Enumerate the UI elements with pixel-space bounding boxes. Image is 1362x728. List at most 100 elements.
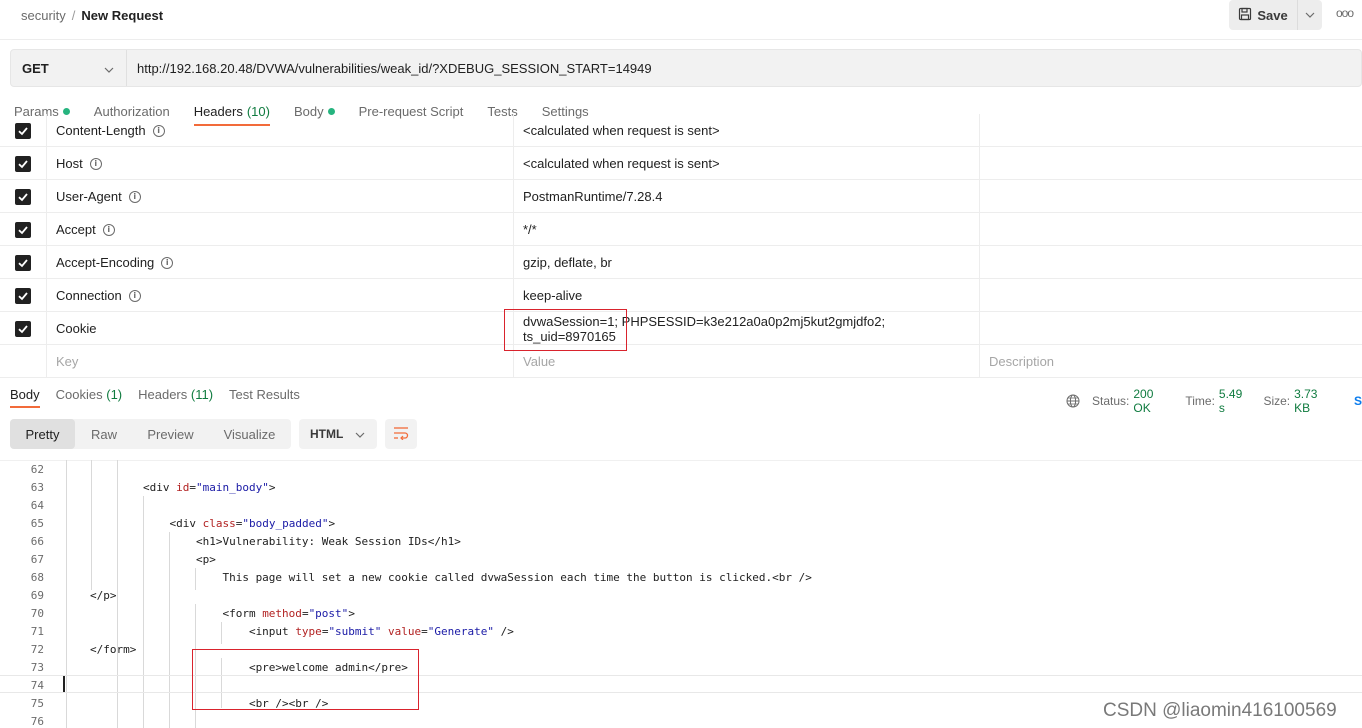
code-text: <form method="post">	[90, 607, 355, 620]
header-row: Content-Length i <calculated when request …	[0, 114, 1362, 147]
info-icon[interactable]: i	[128, 289, 141, 302]
view-mode-visualize[interactable]: Visualize	[208, 419, 291, 449]
code-line: 71 <input type="submit" value="Generate"…	[0, 623, 1362, 641]
wrap-lines-button[interactable]	[385, 419, 417, 449]
new-header-key-input[interactable]: Key	[47, 345, 514, 378]
line-number: 64	[30, 499, 44, 512]
response-tab-headers[interactable]: Headers (11)	[138, 387, 213, 409]
header-enabled-checkbox[interactable]	[15, 254, 31, 271]
view-mode-raw[interactable]: Raw	[75, 419, 133, 449]
chevron-down-icon	[104, 61, 114, 76]
save-disk-icon	[1238, 7, 1252, 24]
save-options-chevron-down-icon[interactable]	[1298, 0, 1322, 30]
time-value[interactable]: 5.49 s	[1219, 387, 1250, 415]
line-number: 72	[30, 643, 44, 656]
header-key[interactable]: Host i	[47, 147, 514, 180]
checkmark-icon	[17, 323, 29, 335]
top-bar: security / New Request Save ooo	[0, 0, 1362, 40]
header-value[interactable]: <calculated when request is sent>	[514, 147, 980, 180]
view-mode-preview[interactable]: Preview	[133, 419, 208, 449]
format-label: HTML	[310, 427, 344, 441]
size-value[interactable]: 3.73 KB	[1294, 387, 1334, 415]
time-label: Time:	[1185, 394, 1215, 408]
checkmark-icon	[17, 125, 29, 137]
line-number: 76	[30, 715, 44, 728]
globe-icon[interactable]	[1066, 394, 1080, 408]
header-enabled-checkbox[interactable]	[15, 320, 31, 337]
header-value-text: keep-alive	[523, 288, 583, 303]
breadcrumb-collection[interactable]: security	[21, 8, 66, 23]
save-label: Save	[1257, 7, 1288, 23]
description-placeholder: Description	[989, 354, 1055, 369]
method-select[interactable]: GET	[11, 50, 127, 86]
header-enabled-checkbox[interactable]	[15, 287, 31, 304]
info-icon[interactable]: i	[102, 223, 115, 236]
code-line: 65 <div class="body_padded">	[0, 515, 1362, 533]
size-label: Size:	[1263, 394, 1291, 408]
header-description[interactable]	[980, 312, 1362, 345]
checkmark-icon	[17, 224, 29, 236]
url-input[interactable]: http://192.168.20.48/DVWA/vulnerabilitie…	[127, 50, 1361, 86]
header-key[interactable]: Cookie	[47, 312, 514, 345]
header-description[interactable]	[980, 114, 1362, 147]
response-tab-test-results[interactable]: Test Results	[229, 387, 300, 409]
header-enabled-checkbox[interactable]	[15, 221, 31, 238]
header-description[interactable]	[980, 213, 1362, 246]
code-text: <input type="submit" value="Generate" />	[90, 625, 514, 638]
info-icon[interactable]: i	[89, 157, 102, 170]
header-value[interactable]: */*	[514, 213, 980, 246]
header-row: Host i <calculated when request is sent>	[0, 147, 1362, 180]
info-icon[interactable]: i	[161, 256, 174, 269]
header-checkbox-cell	[0, 147, 47, 180]
header-key[interactable]: Connection i	[47, 279, 514, 312]
header-description[interactable]	[980, 180, 1362, 213]
header-value[interactable]: PostmanRuntime/7.28.4	[514, 180, 980, 213]
header-key-text: Accept	[56, 222, 96, 237]
header-value[interactable]: keep-alive	[514, 279, 980, 312]
tab-label: Body	[10, 387, 40, 402]
save-response-link[interactable]: S	[1354, 394, 1362, 408]
header-key[interactable]: Accept-Encoding i	[47, 246, 514, 279]
view-mode-pretty[interactable]: Pretty	[10, 419, 75, 449]
line-number: 67	[30, 553, 44, 566]
header-key-text: User-Agent	[56, 189, 122, 204]
response-tab-cookies[interactable]: Cookies (1)	[56, 387, 122, 409]
code-line: 69 </p>	[0, 587, 1362, 605]
response-meta: Status: 200 OK Time: 5.49 s Size: 3.73 K…	[1066, 387, 1362, 415]
breadcrumb: security / New Request	[21, 8, 163, 23]
checkmark-icon	[17, 257, 29, 269]
header-enabled-checkbox[interactable]	[15, 122, 31, 139]
header-key-text: Accept-Encoding	[56, 255, 155, 270]
header-value[interactable]: gzip, deflate, br	[514, 246, 980, 279]
save-button-group: Save	[1229, 0, 1322, 30]
line-number: 63	[30, 481, 44, 494]
header-enabled-checkbox[interactable]	[15, 155, 31, 172]
header-checkbox-cell	[0, 114, 47, 147]
header-description[interactable]	[980, 246, 1362, 279]
new-header-row: Key Value Description	[0, 345, 1362, 378]
info-icon[interactable]: i	[128, 190, 141, 203]
save-button[interactable]: Save	[1229, 0, 1298, 30]
more-options-icon[interactable]: ooo	[1336, 6, 1354, 20]
header-row: User-Agent i PostmanRuntime/7.28.4	[0, 180, 1362, 213]
info-icon[interactable]: i	[152, 124, 165, 137]
header-description[interactable]	[980, 147, 1362, 180]
request-title[interactable]: New Request	[81, 8, 163, 23]
header-description[interactable]	[980, 279, 1362, 312]
line-number: 62	[30, 463, 44, 476]
header-key[interactable]: Accept i	[47, 213, 514, 246]
checkmark-icon	[17, 191, 29, 203]
header-value[interactable]: <calculated when request is sent>	[514, 114, 980, 147]
header-key[interactable]: Content-Length i	[47, 114, 514, 147]
header-value-text: <calculated when request is sent>	[523, 123, 720, 138]
new-header-description-input[interactable]: Description	[980, 345, 1362, 378]
status-value[interactable]: 200 OK	[1133, 387, 1171, 415]
header-key[interactable]: User-Agent i	[47, 180, 514, 213]
header-enabled-checkbox[interactable]	[15, 188, 31, 205]
checkmark-icon	[17, 290, 29, 302]
response-tab-body[interactable]: Body	[10, 387, 40, 409]
code-line: 70 <form method="post">	[0, 605, 1362, 623]
header-row: Accept-Encoding i gzip, deflate, br	[0, 246, 1362, 279]
format-select[interactable]: HTML	[299, 419, 377, 449]
code-line: 64	[0, 497, 1362, 515]
